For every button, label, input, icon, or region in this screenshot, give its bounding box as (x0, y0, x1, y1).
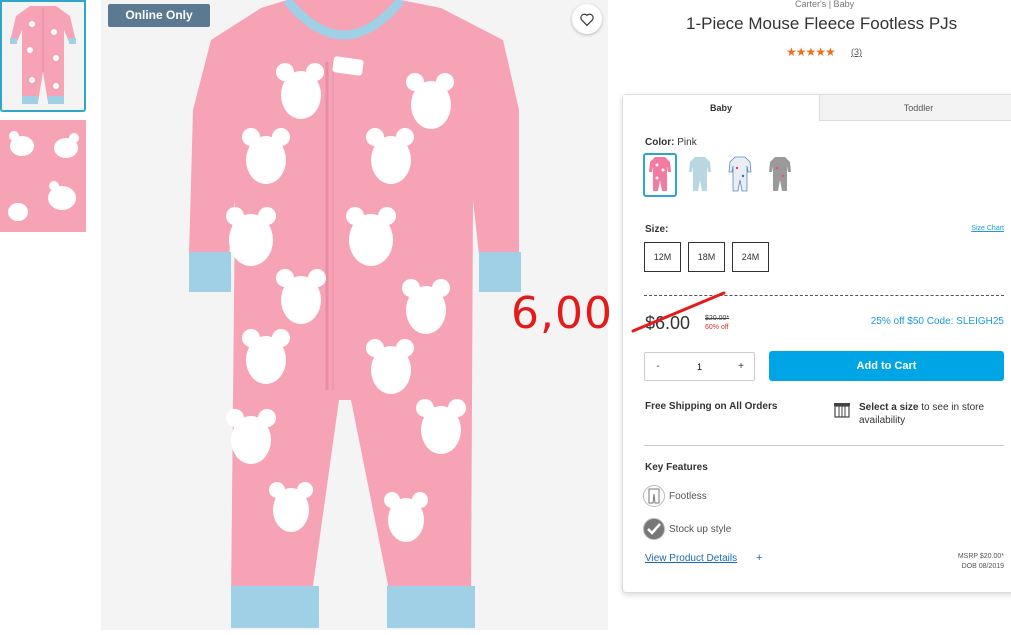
white-print-swatch-image (728, 156, 752, 192)
promo-code: 25% off $50 Code: SLEIGH25 (870, 316, 1004, 327)
product-title: 1-Piece Mouse Fleece Footless PJs (686, 14, 958, 33)
heart-icon (580, 13, 594, 26)
product-page: Online Only Carter's | Baby 1-Piece Mous… (0, 0, 1011, 635)
size-option-24m[interactable]: 24M (732, 242, 769, 272)
pink-mouse-swatch-image (649, 157, 671, 191)
checkmark-icon (643, 518, 665, 540)
color-label-title: Color: (645, 137, 675, 148)
quantity-input[interactable] (679, 361, 720, 372)
footless-pants-icon (643, 485, 665, 507)
fabric-closeup-image (0, 120, 86, 232)
size-options: 12M 18M 24M (644, 242, 769, 272)
garment-thumbnail-image (10, 6, 76, 104)
color-label: Color: Pink (645, 137, 697, 148)
size-chart-link[interactable]: Size Chart (971, 225, 1004, 232)
sale-price: $6.00 (645, 313, 691, 333)
feature-stock-up-label: Stock up style (669, 523, 732, 535)
swatch-grey-print[interactable] (763, 153, 797, 197)
size-option-18m[interactable]: 18M (688, 242, 725, 272)
blue-swatch-image (689, 157, 711, 191)
select-size-link[interactable]: Select a size (859, 402, 918, 413)
free-shipping-text: Free Shipping on All Orders (645, 401, 778, 412)
swatch-pink-mouse[interactable] (643, 153, 677, 197)
tab-toddler[interactable]: Toddler (819, 95, 1011, 121)
percent-off: 60% off (705, 324, 729, 331)
purchase-card: Baby Toddler Color: Pink Size: Size Char… (622, 94, 1011, 593)
section-divider (644, 445, 1004, 446)
color-value: Pink (677, 137, 697, 148)
original-price: $20.00* (705, 315, 730, 322)
thumbnail-full-garment[interactable] (0, 0, 86, 112)
brand-breadcrumb[interactable]: Carter's | Baby (795, 0, 854, 9)
dob-text: DOB 08/2019 (961, 563, 1004, 570)
dashed-divider (644, 295, 1004, 296)
size-label: Size: (645, 224, 669, 235)
grey-print-swatch-image (769, 157, 791, 191)
msrp-info: MSRP $20.00* DOB 08/2019 (958, 552, 1004, 572)
swatch-white-print[interactable] (723, 153, 757, 197)
swatch-blue-stripe[interactable] (683, 153, 717, 197)
rating-stars: ★★★★★ (786, 45, 836, 59)
price-annotation: 6,00 (511, 288, 613, 339)
view-product-details-link[interactable]: View Product Details (645, 553, 737, 564)
feature-footless-label: Footless (669, 490, 707, 502)
msrp-text: MSRP $20.00* (957, 553, 1004, 560)
quantity-decrease-button[interactable]: - (651, 361, 665, 372)
expand-plus-icon[interactable]: + (756, 552, 762, 564)
review-count-link[interactable]: (3) (851, 47, 862, 57)
online-only-badge: Online Only (108, 4, 210, 27)
quantity-stepper: - + (644, 352, 755, 381)
feature-stock-up: Stock up style (643, 518, 731, 540)
tab-baby[interactable]: Baby (623, 95, 819, 121)
store-availability-text: Select a size to see in store availabili… (859, 401, 1009, 427)
thumbnail-fabric-closeup[interactable] (0, 120, 86, 232)
store-icon (834, 403, 850, 418)
size-option-12m[interactable]: 12M (644, 242, 681, 272)
feature-footless: Footless (643, 485, 707, 507)
favorite-button[interactable] (572, 4, 602, 34)
key-features-title: Key Features (645, 462, 708, 473)
color-swatches (643, 153, 797, 197)
quantity-increase-button[interactable]: + (734, 361, 748, 372)
add-to-cart-button[interactable]: Add to Cart (769, 351, 1004, 381)
